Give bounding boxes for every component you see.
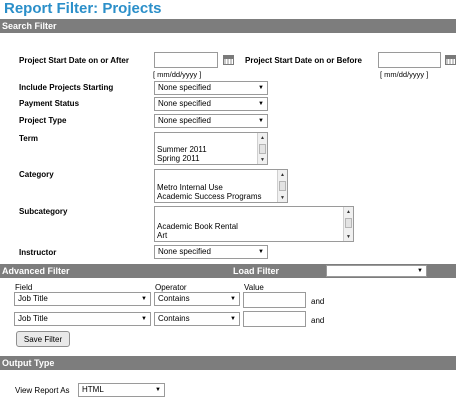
advanced-filter-title: Advanced Filter <box>2 266 70 276</box>
page-title: Report Filter: Projects <box>4 0 162 17</box>
search-filter-header: Search Filter <box>0 19 456 33</box>
chevron-up-icon[interactable]: ▲ <box>258 133 267 142</box>
chevron-down-icon: ▼ <box>141 296 147 302</box>
scrollbar[interactable]: ▲ ▼ <box>257 133 267 164</box>
chevron-down-icon: ▼ <box>258 85 264 91</box>
operator-column-header: Operator <box>155 283 187 292</box>
term-label: Term <box>19 134 38 143</box>
chevron-down-icon[interactable]: ▼ <box>258 155 267 164</box>
filter-operator-select[interactable]: Contains ▼ <box>154 312 240 326</box>
instructor-value: None specified <box>158 247 211 256</box>
project-type-value: None specified <box>158 116 211 125</box>
view-report-as-value: HTML <box>82 385 104 394</box>
category-label: Category <box>19 170 54 179</box>
payment-status-value: None specified <box>158 99 211 108</box>
scrollbar[interactable]: ▲ ▼ <box>277 170 287 202</box>
term-listbox[interactable]: Summer 2011 Spring 2011 ▲ ▼ <box>154 132 268 165</box>
view-report-as-label: View Report As <box>15 386 70 395</box>
start-before-input[interactable] <box>378 52 441 68</box>
scrollbar[interactable]: ▲ ▼ <box>343 207 353 241</box>
scrollbar-thumb[interactable] <box>259 144 266 154</box>
include-projects-select[interactable]: None specified ▼ <box>154 81 268 95</box>
payment-status-select[interactable]: None specified ▼ <box>154 97 268 111</box>
start-after-input[interactable] <box>154 52 218 68</box>
payment-status-label: Payment Status <box>19 99 80 108</box>
calendar-icon[interactable] <box>223 55 234 65</box>
chevron-down-icon: ▼ <box>230 296 236 302</box>
subcategory-listbox[interactable]: Academic Book Rental Art ▲ ▼ <box>154 206 354 242</box>
view-report-as-select[interactable]: HTML ▼ <box>78 383 165 397</box>
filter-operator-value: Contains <box>158 294 190 303</box>
save-filter-button[interactable]: Save Filter <box>16 331 70 347</box>
filter-field-value: Job Title <box>18 294 48 303</box>
calendar-icon[interactable] <box>445 55 456 65</box>
chevron-down-icon: ▼ <box>155 387 161 393</box>
list-item[interactable]: Academic Success Programs <box>157 192 261 201</box>
project-type-select[interactable]: None specified ▼ <box>154 114 268 128</box>
start-after-label: Project Start Date on or After <box>19 56 129 65</box>
filter-operator-select[interactable]: Contains ▼ <box>154 292 240 306</box>
filter-operator-value: Contains <box>158 314 190 323</box>
start-after-date-hint: [ mm/dd/yyyy ] <box>153 70 202 79</box>
filter-field-select[interactable]: Job Title ▼ <box>14 292 151 306</box>
chevron-down-icon: ▼ <box>258 249 264 255</box>
chevron-down-icon: ▼ <box>417 268 423 274</box>
load-filter-label: Load Filter <box>233 266 280 276</box>
chevron-down-icon[interactable]: ▼ <box>278 193 287 202</box>
list-item[interactable]: Academic Book Rental <box>157 222 238 231</box>
chevron-down-icon: ▼ <box>141 316 147 322</box>
value-column-header: Value <box>244 283 264 292</box>
instructor-select[interactable]: None specified ▼ <box>154 245 268 259</box>
project-type-label: Project Type <box>19 116 67 125</box>
list-item[interactable]: Metro Internal Use <box>157 183 261 192</box>
filter-field-value: Job Title <box>18 314 48 323</box>
chevron-down-icon[interactable]: ▼ <box>344 232 353 241</box>
field-column-header: Field <box>15 283 33 292</box>
filter-value-input[interactable] <box>243 311 306 327</box>
filter-value-input[interactable] <box>243 292 306 308</box>
list-item[interactable]: Spring 2011 <box>157 154 207 163</box>
chevron-down-icon: ▼ <box>230 316 236 322</box>
chevron-up-icon[interactable]: ▲ <box>278 170 287 179</box>
chevron-down-icon: ▼ <box>258 118 264 124</box>
chevron-down-icon: ▼ <box>258 101 264 107</box>
instructor-label: Instructor <box>19 248 57 257</box>
category-listbox[interactable]: Metro Internal Use Academic Success Prog… <box>154 169 288 203</box>
and-conjunction: and <box>311 297 325 306</box>
subcategory-label: Subcategory <box>19 207 68 216</box>
start-before-label: Project Start Date on or Before <box>245 56 362 65</box>
include-projects-label: Include Projects Starting <box>19 83 114 92</box>
chevron-up-icon[interactable]: ▲ <box>344 207 353 216</box>
filter-field-select[interactable]: Job Title ▼ <box>14 312 151 326</box>
list-item[interactable]: Art <box>157 231 238 240</box>
load-filter-select[interactable]: ▼ <box>326 265 427 277</box>
include-projects-value: None specified <box>158 83 211 92</box>
scrollbar-thumb[interactable] <box>279 181 286 191</box>
and-conjunction: and <box>311 316 325 325</box>
output-type-header: Output Type <box>0 356 456 370</box>
start-before-date-hint: [ mm/dd/yyyy ] <box>380 70 429 79</box>
list-item[interactable]: Summer 2011 <box>157 145 207 154</box>
scrollbar-thumb[interactable] <box>345 218 352 228</box>
